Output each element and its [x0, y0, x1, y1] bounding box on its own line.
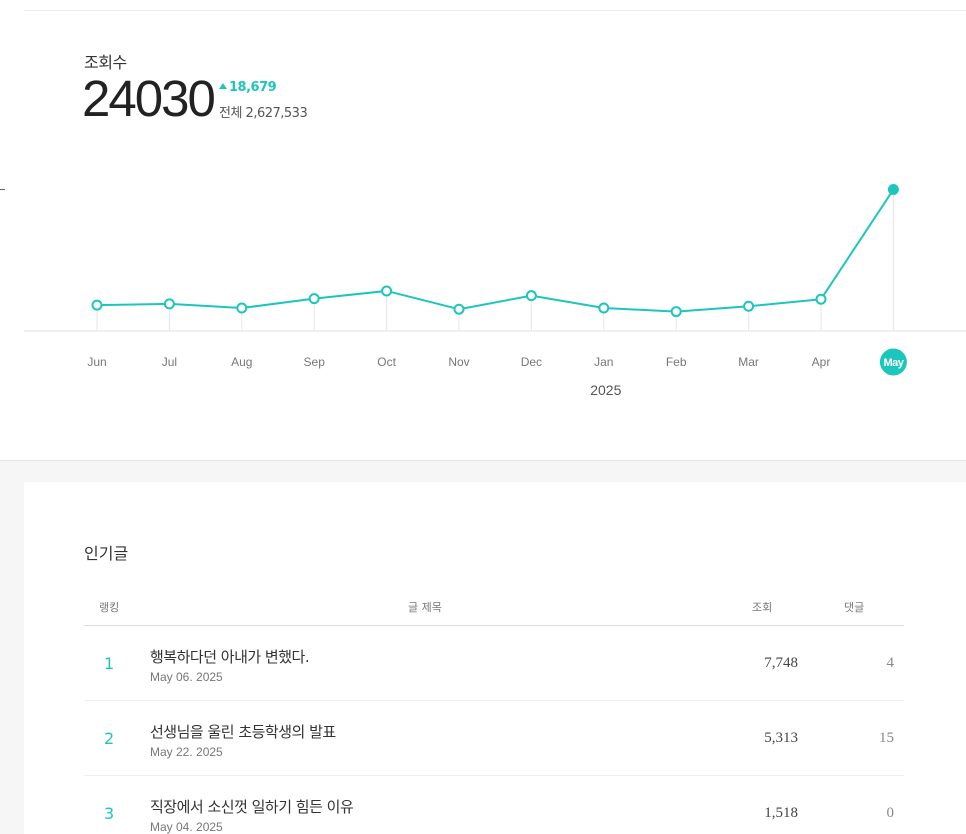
chart-tick-label: Oct [377, 355, 396, 369]
popular-posts-title: 인기글 [84, 544, 129, 563]
chart-point [743, 300, 755, 312]
header-views: 조회 [752, 601, 773, 614]
row-comments: 0 [886, 805, 895, 821]
chart-tick-label: Sep [304, 355, 326, 369]
chart-point [381, 285, 393, 297]
chart-tick-label: Aug [231, 355, 252, 369]
chart-point [236, 302, 248, 314]
row-comments: 15 [879, 730, 894, 746]
row-post-title[interactable]: 행복하다던 아내가 변했다. [150, 646, 310, 667]
row-rank: 3 [104, 804, 115, 823]
header-comments: 댓글 [844, 601, 865, 614]
row-post-date: May 06. 2025 [150, 670, 223, 684]
row-post-date: May 22. 2025 [150, 745, 223, 759]
header-rank: 랭킹 [99, 601, 120, 614]
row-rank: 1 [104, 654, 115, 673]
chart-tick-label: Nov [448, 355, 469, 369]
row-views: 1,518 [764, 805, 798, 821]
header-title: 글 제목 [408, 601, 442, 614]
stats-card: 조회수 24030 18,679 전체 2,627,533 Jun Jul Aug S… [0, 0, 966, 461]
chart-series-line [96, 188, 895, 313]
chart-tick-label: Jul [162, 355, 177, 369]
row-comments: 4 [886, 655, 895, 671]
chart-point [91, 299, 103, 311]
views-count: 24030 [82, 70, 216, 127]
table-row[interactable]: 2 선생님을 울린 초등학생의 발표 May 22. 2025 5,313 15 [84, 701, 904, 776]
chart-point [525, 290, 537, 302]
row-views: 5,313 [764, 730, 798, 746]
chart-point [598, 302, 610, 314]
chart-tick-label: Dec [521, 355, 542, 369]
chart-tick-label: Feb [666, 355, 687, 369]
chart-tick-label: Jan [594, 355, 613, 369]
chart-point [163, 298, 175, 310]
row-rank: 2 [104, 729, 115, 748]
table-row[interactable]: 3 직장에서 소신껏 일하기 힘든 이유 May 04. 2025 1,518 … [84, 776, 904, 834]
chart-tick-label: Mar [738, 355, 759, 369]
chart-tick-label: Apr [812, 355, 831, 369]
chart-point [453, 303, 465, 315]
chart-tick-label: May [883, 357, 904, 369]
up-triangle-icon [219, 83, 227, 89]
table-row[interactable]: 1 행복하다던 아내가 변했다. May 06. 2025 7,748 4 [84, 626, 904, 701]
chart-point [308, 293, 320, 305]
row-views: 7,748 [764, 655, 798, 671]
chart-point-current [887, 183, 899, 195]
top-divider [24, 10, 966, 11]
chart-tick-label: Jun [87, 355, 106, 369]
row-post-date: May 04. 2025 [150, 820, 223, 834]
chart-year-label: 2025 [590, 382, 621, 398]
views-delta-value: 18,679 [229, 80, 277, 95]
views-total: 전체 2,627,533 [219, 106, 308, 121]
row-post-title[interactable]: 직장에서 소신껏 일하기 힘든 이유 [150, 796, 354, 817]
popular-posts-card: 인기글 랭킹 글 제목 조회 댓글 1 행복하다던 아내가 변했다. May 0… [24, 482, 966, 834]
row-post-title[interactable]: 선생님을 울린 초등학생의 발표 [150, 721, 336, 742]
chart-point [815, 293, 827, 305]
views-delta: 18,679 [219, 80, 277, 95]
chart-point [670, 306, 682, 318]
views-line-chart: Jun Jul Aug Sep Oct Nov Dec Jan Feb Mar Apr May 2025 [24, 183, 966, 398]
